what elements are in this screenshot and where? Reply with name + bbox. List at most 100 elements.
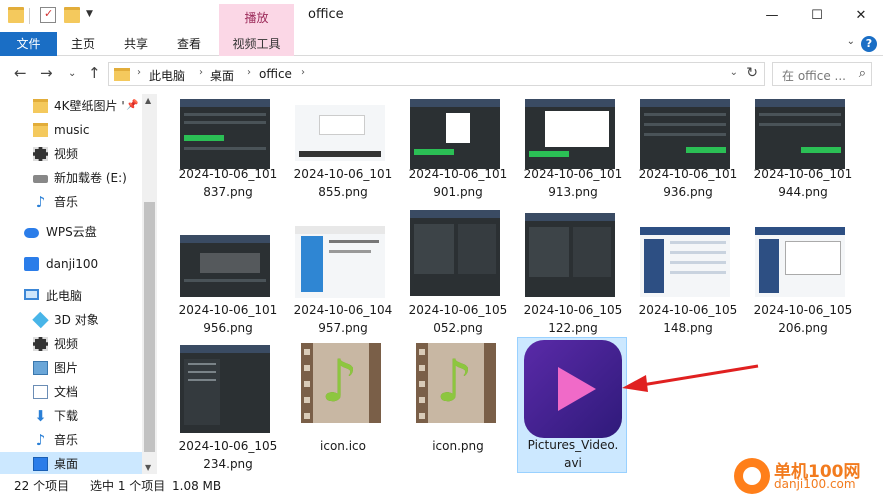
file-name-line: 234.png <box>203 457 253 471</box>
help-icon[interactable]: ? <box>861 36 877 52</box>
close-button[interactable]: ✕ <box>841 4 881 28</box>
breadcrumb-separator-icon[interactable]: › <box>247 67 251 78</box>
maximize-button[interactable]: ☐ <box>797 4 837 28</box>
back-arrow-icon[interactable]: ← <box>14 64 27 82</box>
minimize-button[interactable]: — <box>752 4 792 28</box>
scrollbar-thumb[interactable] <box>144 202 155 452</box>
3d-objects-icon <box>32 311 49 329</box>
file-thumbnail <box>525 213 615 297</box>
file-item[interactable]: 2024-10-06_101 901.png <box>408 97 508 203</box>
selection-size: 1.08 MB <box>172 479 222 493</box>
file-item[interactable]: 2024-10-06_105 234.png <box>178 345 278 475</box>
up-arrow-icon[interactable]: ↑ <box>88 64 101 82</box>
file-item[interactable]: 2024-10-06_105 206.png <box>753 227 853 339</box>
file-item[interactable]: 2024-10-06_105 122.png <box>523 213 623 339</box>
file-item[interactable]: 2024-10-06_101 837.png <box>178 97 278 203</box>
sidebar-item-label: 视频 <box>54 337 79 351</box>
file-item[interactable]: ♪ icon.ico <box>293 343 393 475</box>
file-name-line: 957.png <box>318 321 368 335</box>
tab-video-tools[interactable]: 视频工具 <box>219 32 294 56</box>
desktop-icon <box>33 457 48 471</box>
tab-home[interactable]: 主页 <box>60 32 106 56</box>
sidebar-item-drive-e[interactable]: 新加载卷 (E:) <box>0 166 142 190</box>
sidebar-item-3d-objects[interactable]: 3D 对象 <box>0 308 142 332</box>
file-name-line: 2024-10-06_101 <box>523 167 623 181</box>
file-item[interactable]: 2024-10-06_101 913.png <box>523 97 623 203</box>
sidebar-item-music-quick[interactable]: ♪ 音乐 <box>0 190 142 214</box>
recent-chevron-icon[interactable]: ⌄ <box>68 68 76 79</box>
breadcrumb-this-pc[interactable]: 此电脑 <box>149 67 185 84</box>
sidebar-item-music-folder[interactable]: music <box>0 118 142 142</box>
media-file-icon: ♪ <box>301 343 381 423</box>
sidebar-item-music[interactable]: ♪ 音乐 <box>0 428 142 452</box>
file-item-selected[interactable]: Pictures_Video. avi <box>517 337 627 473</box>
file-name-line: 2024-10-06_101 <box>293 167 393 181</box>
sidebar-item-wps-cloud[interactable]: WPS云盘 <box>0 220 142 244</box>
breadcrumb-desktop[interactable]: 桌面 <box>210 67 234 84</box>
ribbon-tabs: 文件 主页 共享 查看 视频工具 ⌄ ? <box>0 32 883 56</box>
search-icon: ⌕ <box>858 66 866 81</box>
sidebar-item-downloads[interactable]: ⬇ 下载 <box>0 404 142 428</box>
file-name-line: 2024-10-06_105 <box>753 303 853 317</box>
file-item[interactable]: 2024-10-06_101 944.png <box>753 97 853 203</box>
forward-arrow-icon[interactable]: → <box>40 64 53 82</box>
tab-view[interactable]: 查看 <box>166 32 212 56</box>
search-box[interactable]: 在 office ... ⌕ <box>772 62 872 86</box>
refresh-icon[interactable]: ↻ <box>746 65 758 81</box>
file-name-line: 2024-10-06_101 <box>178 167 278 181</box>
sidebar-item-label: 音乐 <box>54 195 79 209</box>
selection-count: 选中 1 个项目 <box>90 479 166 493</box>
file-name-line: 956.png <box>203 321 253 335</box>
sidebar-item-label: 桌面 <box>54 457 79 471</box>
sidebar-item-label: 3D 对象 <box>54 313 99 327</box>
sidebar-item-label: 视频 <box>54 147 79 161</box>
breadcrumb-separator-icon[interactable]: › <box>137 67 141 78</box>
breadcrumb-separator-icon[interactable]: › <box>199 67 203 78</box>
file-name-line: avi <box>564 456 582 470</box>
file-name-line: 122.png <box>548 321 598 335</box>
file-name-line: 944.png <box>778 185 828 199</box>
file-item[interactable]: ♪ icon.png <box>408 343 508 475</box>
sidebar-item-videos[interactable]: 视频 <box>0 332 142 356</box>
file-name-line: 2024-10-06_105 <box>638 303 738 317</box>
sidebar-item-documents[interactable]: 文档 <box>0 380 142 404</box>
properties-icon[interactable] <box>40 7 56 23</box>
music-note-icon: ♪ <box>35 431 46 449</box>
watermark-subtext: danji100.com <box>774 477 856 491</box>
address-bar[interactable]: › 此电脑 › 桌面 › office › ⌄ ↻ <box>108 62 765 86</box>
breadcrumb-separator-icon[interactable]: › <box>301 67 305 78</box>
tab-file[interactable]: 文件 <box>0 32 57 56</box>
scroll-up-icon[interactable]: ▲ <box>145 96 151 105</box>
sidebar-item-videos-quick[interactable]: 视频 <box>0 142 142 166</box>
sidebar-item-desktop[interactable]: 桌面 <box>0 452 142 474</box>
music-note-icon: ♪ <box>35 193 46 211</box>
sidebar-scrollbar[interactable]: ▲ ▼ <box>142 94 157 474</box>
scroll-down-icon[interactable]: ▼ <box>145 463 151 472</box>
file-name-line: Pictures_Video. <box>527 438 619 452</box>
navigation-pane: 4K壁纸图片 ' 📌 music 视频 新加载卷 (E:) ♪ 音乐 WPS云盘… <box>0 94 157 474</box>
breadcrumb-office[interactable]: office <box>259 67 292 81</box>
context-tab-play[interactable]: 播放 <box>219 4 294 32</box>
file-item[interactable]: 2024-10-06_105 148.png <box>638 227 738 339</box>
sidebar-item-pictures[interactable]: 图片 <box>0 356 142 380</box>
file-name-line: 2024-10-06_104 <box>293 303 393 317</box>
site-watermark: 单机100网 danji100.com <box>734 455 883 497</box>
sidebar-item-danji100[interactable]: danji100 <box>0 252 142 276</box>
ribbon-expand-chevron-icon[interactable]: ⌄ <box>847 36 855 47</box>
customize-qa-chevron-icon[interactable]: ▼ <box>86 9 93 19</box>
computer-icon <box>24 289 39 300</box>
sidebar-item-this-pc[interactable]: 此电脑 <box>0 284 142 308</box>
file-item[interactable]: 2024-10-06_101 936.png <box>638 97 738 203</box>
address-dropdown-chevron-icon[interactable]: ⌄ <box>730 67 738 78</box>
tab-share[interactable]: 共享 <box>113 32 159 56</box>
sidebar-item-4k-wallpaper[interactable]: 4K壁纸图片 ' 📌 <box>0 94 142 118</box>
file-item[interactable]: 2024-10-06_101 956.png <box>178 233 278 339</box>
file-name-line: 2024-10-06_105 <box>408 303 508 317</box>
file-item[interactable]: 2024-10-06_104 957.png <box>293 226 393 339</box>
file-item[interactable]: 2024-10-06_101 855.png <box>293 97 393 203</box>
file-thumbnail <box>410 210 500 296</box>
file-item[interactable]: 2024-10-06_105 052.png <box>408 210 508 339</box>
new-folder-icon[interactable] <box>64 7 80 23</box>
drive-icon <box>33 175 48 183</box>
file-thumbnail <box>295 105 385 161</box>
